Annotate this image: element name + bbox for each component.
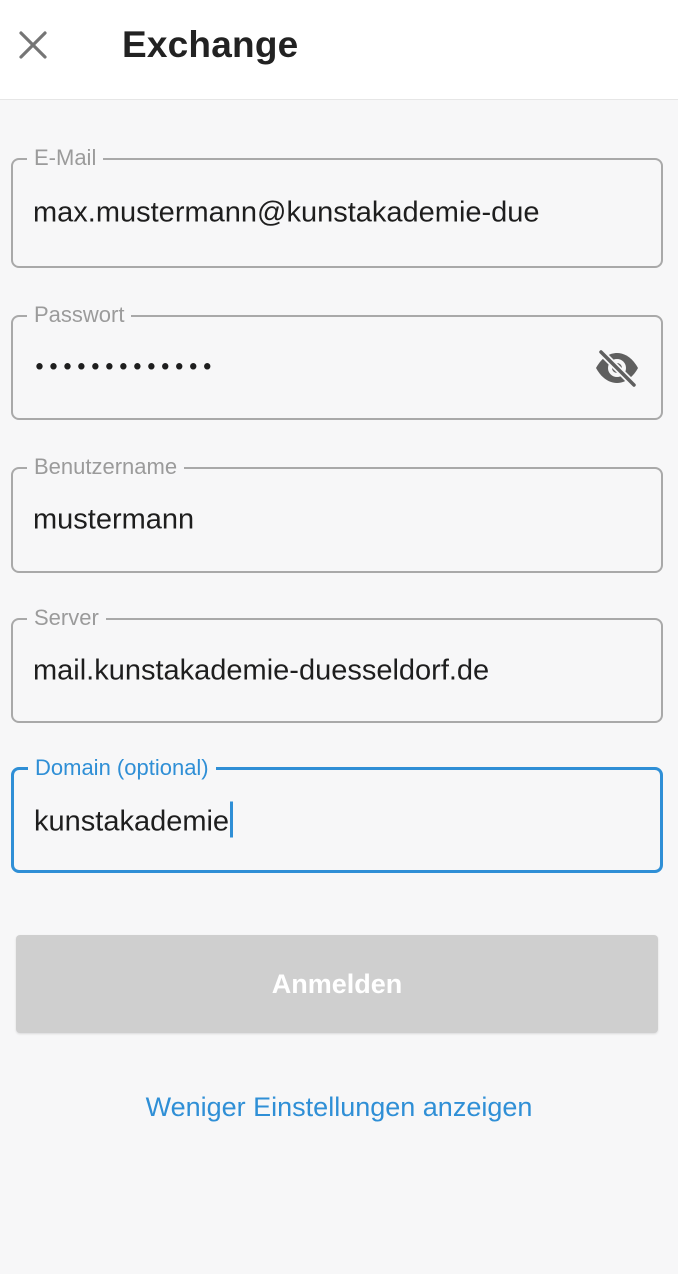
- login-button[interactable]: Anmelden: [16, 935, 658, 1033]
- server-field[interactable]: Server mail.kunstakademie-duesseldorf.de: [11, 605, 663, 723]
- fewer-settings-link[interactable]: Weniger Einstellungen anzeigen: [0, 1092, 678, 1123]
- username-value: mustermann: [33, 503, 195, 536]
- eye-off-icon: [596, 348, 638, 387]
- exchange-login-screen: Exchange E-Mail max.mustermann@kunstakad…: [0, 0, 678, 1274]
- email-label: E-Mail: [27, 145, 104, 171]
- username-field[interactable]: Benutzername mustermann: [11, 454, 663, 573]
- email-field[interactable]: E-Mail max.mustermann@kunstakademie-due: [11, 145, 663, 268]
- app-bar: Exchange: [0, 0, 678, 100]
- domain-value: kunstakademie: [34, 805, 230, 838]
- email-value: max.mustermann@kunstakademie-due: [33, 196, 540, 229]
- text-cursor: [230, 801, 234, 838]
- server-value: mail.kunstakademie-duesseldorf.de: [33, 654, 490, 686]
- domain-field[interactable]: Domain (optional) kunstakademie: [11, 755, 663, 873]
- server-label: Server: [27, 605, 106, 631]
- password-visibility-toggle[interactable]: [593, 348, 641, 388]
- close-icon: [19, 31, 47, 59]
- close-button[interactable]: [10, 22, 56, 68]
- password-label: Passwort: [27, 302, 132, 328]
- page-title: Exchange: [122, 24, 299, 65]
- password-field[interactable]: Passwort •••••••••••••: [11, 302, 663, 420]
- domain-label: Domain (optional): [28, 755, 216, 781]
- domain-value-wrap: kunstakademie: [34, 801, 234, 839]
- password-masked-value: •••••••••••••: [33, 355, 215, 380]
- username-label: Benutzername: [27, 454, 185, 480]
